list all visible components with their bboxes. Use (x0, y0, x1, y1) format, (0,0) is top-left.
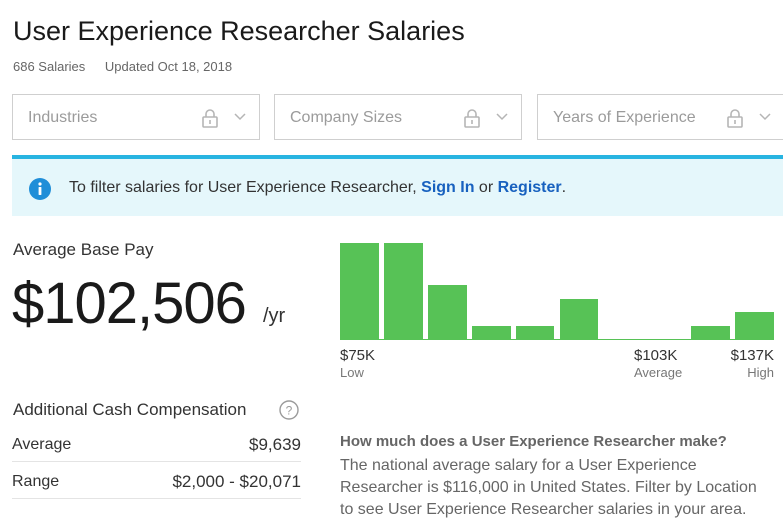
sign-in-link[interactable]: Sign In (421, 179, 474, 196)
faq-question: How much does a User Experience Research… (340, 433, 727, 450)
filter-label: Company Sizes (290, 109, 403, 126)
histogram-bar (735, 312, 774, 340)
comp-row-key: Range (12, 473, 60, 490)
page-title: User Experience Researcher Salaries (13, 16, 465, 46)
info-text: To filter salaries for User Experience R… (69, 179, 422, 196)
svg-text:?: ? (286, 404, 293, 418)
filter-info-banner: To filter salaries for User Experience R… (12, 155, 783, 216)
filter-industries[interactable]: Industries (12, 94, 260, 140)
tick-low-caption: Low (340, 365, 364, 380)
comp-row-range: Range $2,000 - $20,071 (12, 468, 301, 499)
tick-average-caption: Average (634, 365, 683, 380)
histogram-bar (691, 326, 731, 340)
filter-years-of-experience[interactable]: Years of Experience (537, 94, 783, 140)
additional-cash-title: Additional Cash Compensation (13, 400, 247, 419)
histogram-bar (471, 326, 511, 340)
info-icon (29, 178, 51, 200)
info-message: To filter salaries for User Experience R… (69, 179, 566, 197)
histogram-bar (559, 299, 599, 340)
chevron-down-icon (759, 113, 771, 121)
pay-unit: /yr (263, 305, 286, 327)
chevron-down-icon (234, 113, 246, 121)
tick-high: $137K High (724, 347, 774, 380)
filter-label: Industries (28, 109, 98, 126)
tick-low: $75K Low (340, 347, 375, 380)
tick-average: $103K Average (634, 347, 682, 380)
average-base-pay-label: Average Base Pay (13, 240, 154, 259)
salary-count: 686 Salaries (13, 59, 86, 74)
lock-icon (464, 109, 480, 128)
tick-high-value: $137K (730, 347, 774, 364)
comp-row-average: Average $9,639 (12, 431, 301, 462)
comp-row-value: $9,639 (249, 435, 301, 454)
page-meta: 686 Salaries Updated Oct 18, 2018 (13, 59, 232, 74)
info-text-or: or (474, 179, 498, 196)
tick-average-value: $103K (634, 347, 678, 364)
lock-icon (202, 109, 218, 128)
comp-row-value: $2,000 - $20,071 (172, 472, 301, 491)
tick-low-value: $75K (340, 347, 376, 364)
info-text-end: . (561, 179, 567, 196)
tick-high-caption: High (747, 365, 774, 380)
salary-histogram (340, 240, 774, 340)
question-icon[interactable]: ? (279, 400, 299, 420)
histogram-bar (340, 243, 379, 340)
faq-answer: The national average salary for a User E… (340, 457, 757, 518)
histogram-bar (647, 339, 687, 340)
comp-row-key: Average (12, 436, 72, 453)
lock-icon (727, 109, 743, 128)
register-link[interactable]: Register (498, 179, 562, 196)
average-base-pay-value: $102,506 (12, 271, 247, 336)
histogram-bar (427, 285, 467, 340)
updated-date: Updated Oct 18, 2018 (104, 59, 233, 74)
histogram-bar (603, 339, 643, 340)
histogram-bar (383, 243, 423, 340)
histogram-bar (515, 326, 555, 340)
filter-label: Years of Experience (553, 109, 696, 126)
chevron-down-icon (496, 113, 508, 121)
filter-company-sizes[interactable]: Company Sizes (274, 94, 522, 140)
